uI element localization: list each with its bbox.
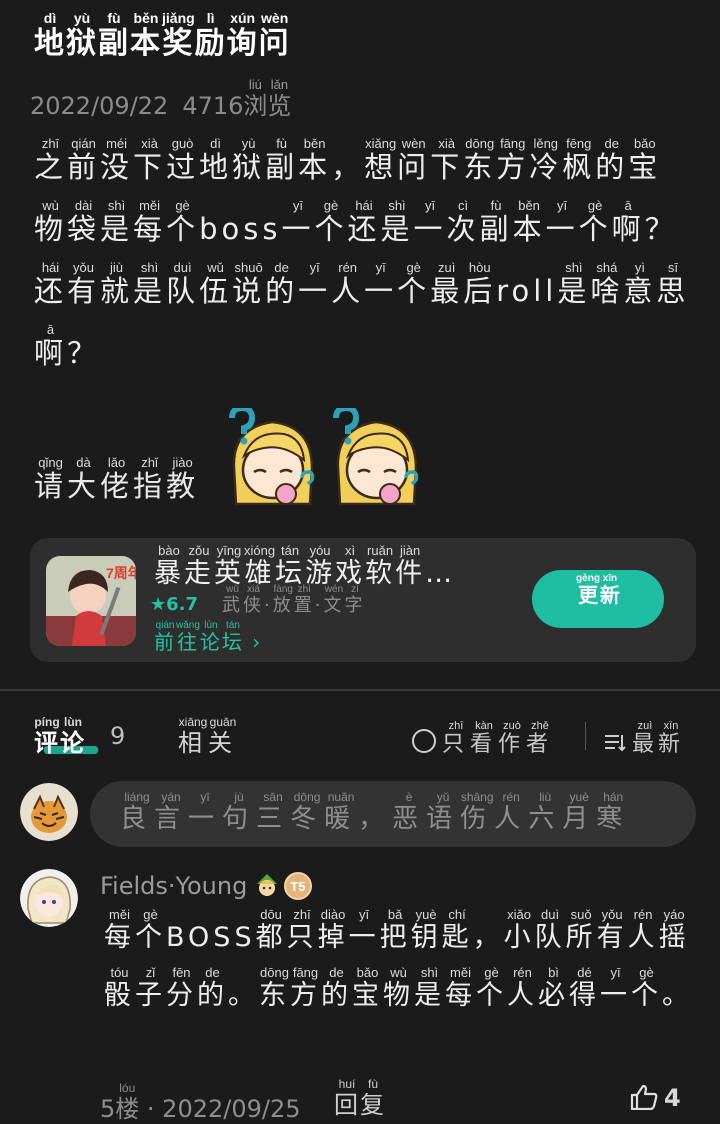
tab-comments[interactable]: 评píng论lùn [34,715,86,758]
goto-forum-link[interactable]: 前qián往wǎng论lùn坛tán › [154,620,262,655]
confused-girl-sticker [229,408,315,506]
post-meta: 2022/09/22 4716浏liú览lǎn [30,77,292,121]
anniversary-badge: 7周年 [106,565,136,581]
post-date: 2022/09/22 [30,92,169,120]
like-count: 4 [664,1084,681,1112]
app-card[interactable]: 7周年 暴bào走zǒu英yīng雄xióng坛tán游yóu戏xì软ruǎn件… [30,538,696,662]
author-only-label: 只zhī看kàn作zuò者zhě [442,720,555,757]
comment-input[interactable]: 良liáng言yán一yī句jù三sān冬dōng暖nuǎn， 恶è语yǔ伤sh… [90,781,696,847]
confused-girl-sticker [333,408,419,506]
tab-separator [585,722,586,750]
reply-footer: 5楼lóu · 2022/09/25 [100,1081,301,1124]
reply-button[interactable]: 回huí复fù [334,1077,386,1120]
app-icon: 7周年 [46,556,136,646]
reply-date: · 2022/09/25 [146,1095,301,1123]
link-character-icon [257,874,277,896]
post-ask-line: 请qǐng大dà佬lǎo指zhǐ教jiào [34,455,200,503]
radio-icon[interactable] [412,729,436,753]
floor-number: 5 [100,1095,116,1123]
thumbs-up-icon [630,1084,658,1111]
update-button[interactable]: 更gèng新xīn [532,570,664,628]
level-badge-text: T5 [290,879,305,894]
comment-count: 9 [110,722,126,750]
comment-input-placeholder: 良liáng言yán一yī句jù三sān冬dōng暖nuǎn， 恶è语yǔ伤sh… [120,790,631,834]
like-button[interactable]: 4 [630,1084,681,1112]
sort-newest-label: 最zuì新xīn [632,720,685,757]
app-rating: ★6.7 [150,594,199,615]
post-body: 之zhī前qián没méi下xià过guò地dì狱yù副fù本běn， 想xiǎ… [34,136,690,370]
author-only-toggle[interactable]: 只zhī看kàn作zuò者zhě [412,720,554,758]
sort-newest[interactable]: 最zuì新xīn [604,720,684,758]
views-label: 浏liú览lǎn [243,77,292,120]
commenter-avatar[interactable] [20,869,78,927]
user-avatar[interactable] [20,783,78,841]
commenter-name[interactable]: Fields·Young [100,872,247,900]
post-title: 地dì狱yù副fù本běn奖jiǎng励lì询xún问wèn [34,10,291,61]
tab-related[interactable]: 相xiāng关guān [178,715,238,758]
app-tags: 武wǔ侠xiá· 放fàng置zhì· 文wén字zì [222,584,366,616]
view-count: 4716 [182,92,244,120]
level-badge-icon: T5 [284,872,312,900]
divider [0,689,720,691]
reply-body: 每měi个gèBOSS 都dōu只zhī掉diào一yī把bǎ钥yuè匙chí，… [104,907,693,1011]
sort-icon [605,735,626,752]
floor-label: 楼lóu [115,1081,140,1123]
